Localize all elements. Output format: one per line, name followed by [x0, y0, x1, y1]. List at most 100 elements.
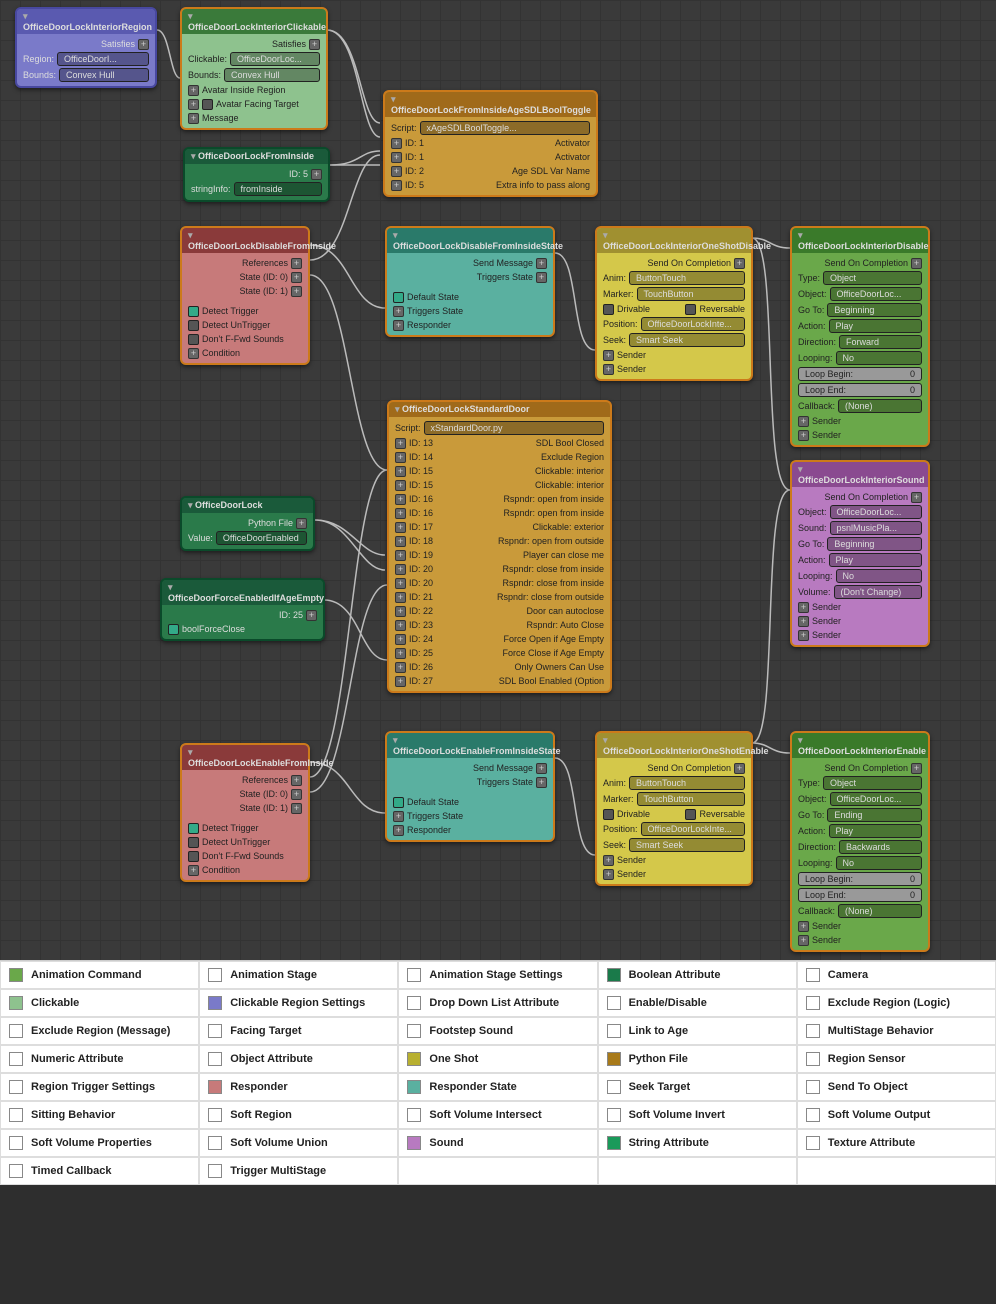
checkbox[interactable]: [603, 809, 614, 820]
checkbox[interactable]: [393, 292, 404, 303]
expand-icon[interactable]: +: [393, 825, 404, 836]
expand-icon[interactable]: +: [393, 320, 404, 331]
checkbox[interactable]: [202, 99, 213, 110]
expand-icon[interactable]: +: [391, 180, 402, 191]
node-responder-state-enable[interactable]: OfficeDoorLockEnableFromInsideState Send…: [385, 731, 555, 842]
expand-icon[interactable]: +: [395, 662, 406, 673]
expand-icon[interactable]: +: [395, 480, 406, 491]
swatch-icon: [208, 968, 222, 982]
node-standard-door[interactable]: OfficeDoorLockStandardDoor Script:xStand…: [387, 400, 612, 693]
expand-icon[interactable]: +: [395, 438, 406, 449]
expand-icon[interactable]: +: [395, 648, 406, 659]
expand-icon[interactable]: +: [393, 811, 404, 822]
expand-icon[interactable]: +: [306, 610, 317, 621]
expand-icon[interactable]: +: [395, 494, 406, 505]
node-anim-disable[interactable]: OfficeDoorLockInteriorDisable Send On Co…: [790, 226, 930, 447]
expand-icon[interactable]: +: [395, 592, 406, 603]
expand-icon[interactable]: +: [911, 258, 922, 269]
expand-icon[interactable]: +: [138, 39, 149, 50]
expand-icon[interactable]: +: [309, 39, 320, 50]
checkbox[interactable]: [188, 837, 199, 848]
expand-icon[interactable]: +: [911, 492, 922, 503]
expand-icon[interactable]: +: [603, 350, 614, 361]
legend-item: Trigger MultiStage: [199, 1157, 398, 1185]
legend-item: One Shot: [398, 1045, 597, 1073]
expand-icon[interactable]: +: [395, 620, 406, 631]
expand-icon[interactable]: +: [395, 564, 406, 575]
expand-icon[interactable]: +: [395, 676, 406, 687]
expand-icon[interactable]: +: [188, 99, 199, 110]
node-title: OfficeDoorLockInteriorClickable: [182, 9, 326, 34]
expand-icon[interactable]: +: [395, 550, 406, 561]
expand-icon[interactable]: +: [734, 763, 745, 774]
node-lock[interactable]: OfficeDoorLock Python File+ Value:Office…: [180, 496, 315, 551]
checkbox[interactable]: [188, 851, 199, 862]
expand-icon[interactable]: +: [911, 763, 922, 774]
node-responder-enable[interactable]: OfficeDoorLockEnableFromInside Reference…: [180, 743, 310, 882]
expand-icon[interactable]: +: [188, 85, 199, 96]
expand-icon[interactable]: +: [395, 536, 406, 547]
node-oneshot-enable[interactable]: OfficeDoorLockInteriorOneShotEnable Send…: [595, 731, 753, 886]
expand-icon[interactable]: +: [395, 578, 406, 589]
node-oneshot-disable[interactable]: OfficeDoorLockInteriorOneShotDisable Sen…: [595, 226, 753, 381]
checkbox[interactable]: [603, 304, 614, 315]
node-responder-disable[interactable]: OfficeDoorLockDisableFromInside Referenc…: [180, 226, 310, 365]
expand-icon[interactable]: +: [395, 466, 406, 477]
expand-icon[interactable]: +: [296, 518, 307, 529]
expand-icon[interactable]: +: [536, 777, 547, 788]
node-responder-state-disable[interactable]: OfficeDoorLockDisableFromInsideState Sen…: [385, 226, 555, 337]
node-string-attr[interactable]: OfficeDoorLockFromInside ID: 5+ stringIn…: [183, 147, 330, 202]
checkbox[interactable]: [685, 304, 696, 315]
node-canvas[interactable]: OfficeDoorLockInteriorRegion Satisfies+ …: [0, 0, 996, 960]
expand-icon[interactable]: +: [291, 272, 302, 283]
expand-icon[interactable]: +: [393, 306, 404, 317]
expand-icon[interactable]: +: [188, 113, 199, 124]
node-title: OfficeDoorLockInteriorOneShotEnable: [597, 733, 751, 758]
expand-icon[interactable]: +: [395, 522, 406, 533]
checkbox[interactable]: [188, 306, 199, 317]
expand-icon[interactable]: +: [536, 258, 547, 269]
expand-icon[interactable]: +: [291, 775, 302, 786]
expand-icon[interactable]: +: [603, 855, 614, 866]
checkbox[interactable]: [393, 797, 404, 808]
expand-icon[interactable]: +: [291, 286, 302, 297]
checkbox[interactable]: [168, 624, 179, 635]
expand-icon[interactable]: +: [798, 616, 809, 627]
expand-icon[interactable]: +: [395, 634, 406, 645]
expand-icon[interactable]: +: [798, 935, 809, 946]
expand-icon[interactable]: +: [291, 789, 302, 800]
expand-icon[interactable]: +: [291, 803, 302, 814]
expand-icon[interactable]: +: [798, 921, 809, 932]
node-title: OfficeDoorLockEnableFromInsideState: [387, 733, 553, 758]
node-region-settings[interactable]: OfficeDoorLockInteriorRegion Satisfies+ …: [15, 7, 157, 88]
expand-icon[interactable]: +: [603, 364, 614, 375]
checkbox[interactable]: [188, 823, 199, 834]
node-python-agetoggle[interactable]: OfficeDoorLockFromInsideAgeSDLBoolToggle…: [383, 90, 598, 197]
expand-icon[interactable]: +: [391, 152, 402, 163]
expand-icon[interactable]: +: [188, 865, 199, 876]
checkbox[interactable]: [685, 809, 696, 820]
node-force-enabled[interactable]: OfficeDoorForceEnabledIfAgeEmpty ID: 25+…: [160, 578, 325, 641]
expand-icon[interactable]: +: [311, 169, 322, 180]
expand-icon[interactable]: +: [798, 430, 809, 441]
expand-icon[interactable]: +: [391, 166, 402, 177]
expand-icon[interactable]: +: [798, 630, 809, 641]
expand-icon[interactable]: +: [395, 606, 406, 617]
expand-icon[interactable]: +: [395, 452, 406, 463]
node-clickable[interactable]: OfficeDoorLockInteriorClickable Satisfie…: [180, 7, 328, 130]
expand-icon[interactable]: +: [536, 763, 547, 774]
expand-icon[interactable]: +: [734, 258, 745, 269]
expand-icon[interactable]: +: [188, 348, 199, 359]
checkbox[interactable]: [188, 320, 199, 331]
node-sound[interactable]: OfficeDoorLockInteriorSound Send On Comp…: [790, 460, 930, 647]
expand-icon[interactable]: +: [798, 602, 809, 613]
expand-icon[interactable]: +: [391, 138, 402, 149]
expand-icon[interactable]: +: [291, 258, 302, 269]
expand-icon[interactable]: +: [603, 869, 614, 880]
expand-icon[interactable]: +: [798, 416, 809, 427]
expand-icon[interactable]: +: [536, 272, 547, 283]
node-anim-enable[interactable]: OfficeDoorLockInteriorEnable Send On Com…: [790, 731, 930, 952]
swatch-icon: [806, 996, 820, 1010]
expand-icon[interactable]: +: [395, 508, 406, 519]
checkbox[interactable]: [188, 334, 199, 345]
